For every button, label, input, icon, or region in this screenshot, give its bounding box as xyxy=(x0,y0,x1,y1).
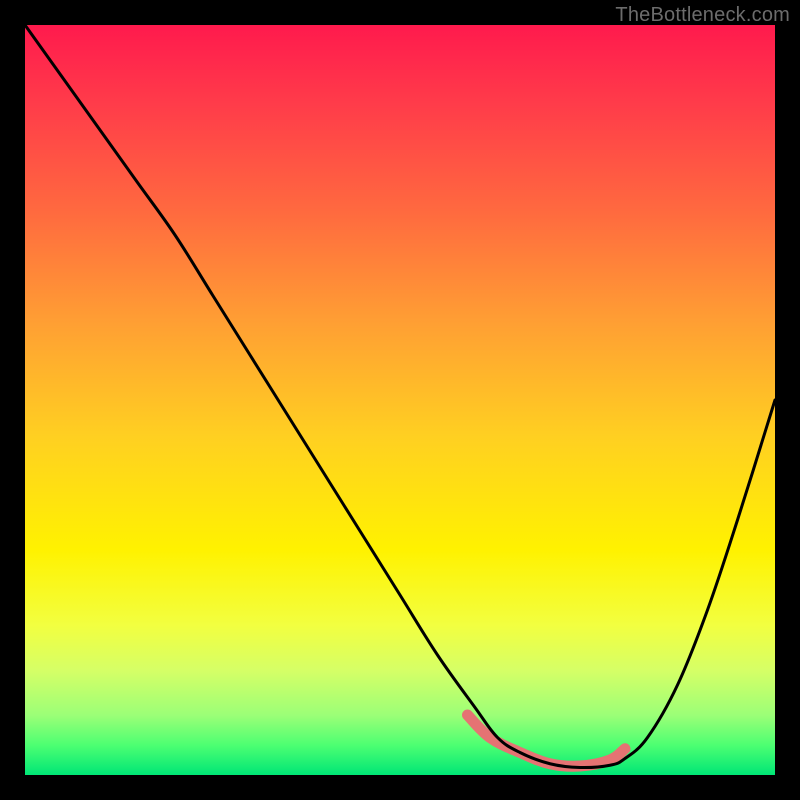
main-curve xyxy=(25,25,775,768)
chart-frame: TheBottleneck.com xyxy=(0,0,800,800)
watermark-text: TheBottleneck.com xyxy=(615,4,790,27)
plot-area xyxy=(25,25,775,775)
highlight-band xyxy=(468,715,626,766)
curve-layer xyxy=(25,25,775,775)
